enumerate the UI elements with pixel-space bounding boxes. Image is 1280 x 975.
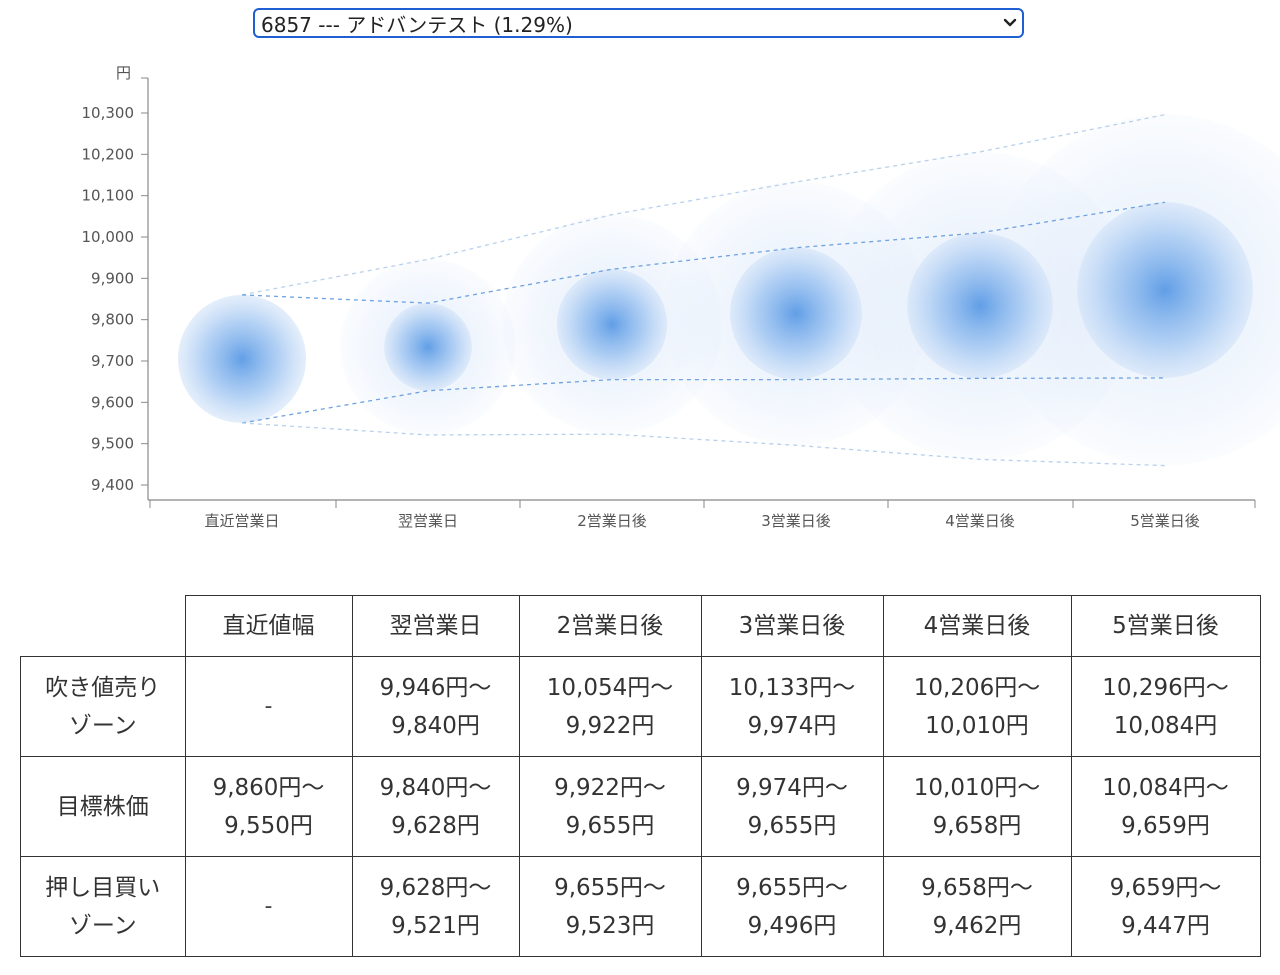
target-bubble-5 (1077, 202, 1253, 378)
y-unit-label: 円 (116, 64, 131, 82)
y-tick-label: 9,600 (91, 393, 134, 411)
header-day-5: 5営業日後 (1070, 595, 1261, 657)
target-bubble-4 (907, 232, 1053, 379)
x-tick-label: 翌営業日 (398, 512, 458, 530)
y-tick-label: 9,900 (91, 269, 134, 287)
y-tick-label: 9,700 (91, 352, 134, 370)
y-tick-label: 10,100 (82, 187, 135, 205)
table-cell: - (184, 856, 353, 957)
cell-value: 9,974円〜 (736, 774, 848, 801)
row-sell-zone: 吹き値売りゾーン - 9,946円〜 9,840円 10,054円〜 9,922円 10,1… (20, 656, 1261, 757)
target-bubble-1 (384, 303, 472, 391)
cell-value: 9,658円 (932, 812, 1022, 839)
row-buy-zone: 押し目買い ゾーン -9,628円〜 9,521円 9,655円〜 9,523円 9,655… (20, 856, 1261, 957)
cell-value: 10,206円〜 (913, 674, 1041, 701)
target-bubble-3 (730, 247, 862, 380)
table-cell: 9,946円〜 9,840円 (351, 656, 520, 757)
cell-value: 9,655円〜 (554, 874, 666, 901)
row-label-line: 吹き値売り (45, 674, 161, 701)
x-tick-label: 直近営業日 (204, 512, 279, 530)
cell-value: 9,658円〜 (921, 874, 1033, 901)
row-label: 押し目買い ゾーン (20, 856, 186, 957)
cell-value: 9,550円 (224, 812, 313, 839)
forecast-chart: 円 9,400 9,500 9,600 9,700 9,800 9,900 10,000 10,… (82, 64, 1280, 530)
cell-value: 9,447円 (1121, 912, 1210, 939)
cell-value: 9,840円〜 (379, 774, 492, 801)
x-tick-label: 4営業日後 (945, 512, 1015, 530)
table-cell: 10,084円〜 9,659円 (1070, 756, 1261, 857)
cell-value: 9,521円 (391, 912, 480, 939)
table-cell: 9,655円〜 9,496円 (700, 856, 884, 957)
table-cell: 10,296円〜 10,084円 (1070, 656, 1261, 757)
table-cell: 10,010円〜 9,658円 (882, 756, 1072, 857)
cell-value: 9,462円 (932, 912, 1022, 939)
row-label-line: 押し目買い (45, 874, 161, 901)
cell-value: 10,296円〜 (1102, 674, 1229, 701)
target-bubble-0 (177, 294, 307, 423)
cell-value: 10,084円〜 (1102, 774, 1229, 801)
table-cell: - (184, 656, 353, 757)
header-next-day: 翌営業日 (351, 595, 520, 657)
y-tick-label: 9,500 (91, 435, 134, 453)
table-cell: 9,974円〜 9,655円 (700, 756, 884, 857)
table-cell: 10,054円〜 9,922円 (518, 656, 702, 757)
header-day-4: 4営業日後 (882, 595, 1072, 657)
header-latest-range: 直近値幅 (184, 595, 353, 657)
table-cell: 10,206円〜 10,010円 (882, 656, 1072, 757)
forecast-table: 直近値幅 翌営業日 2営業日後 3営業日後 4営業日後 5営業日後 吹き値売りゾ… (20, 595, 1261, 957)
header-day-2: 2営業日後 (518, 595, 702, 657)
y-tick-label: 9,800 (91, 311, 134, 329)
y-tick-label: 9,400 (91, 476, 134, 494)
cell-value: 10,133円〜 (728, 674, 856, 701)
table-cell: 9,658円〜 9,462円 (882, 856, 1072, 957)
table-cell: 9,655円〜 9,523円 (518, 856, 702, 957)
table-cell: 9,840円〜 9,628円 (351, 756, 520, 857)
cell-value: 10,010円〜 (913, 774, 1041, 801)
stock-select-value: 6857 --- アドバンテスト (1.29%) (261, 12, 573, 37)
table-cell: 10,133円〜 9,974円 (700, 656, 884, 757)
target-bubble-2 (556, 269, 668, 380)
cell-value: 9,860円〜 (212, 774, 325, 801)
cell-value: 9,659円 (1121, 812, 1210, 839)
table-cell: 9,628円〜 9,521円 (351, 856, 520, 957)
x-tick-label: 2営業日後 (577, 512, 647, 530)
cell-value: 9,655円〜 (736, 874, 848, 901)
table-cell: 9,659円〜 9,447円 (1070, 856, 1261, 957)
table-cell: 9,860円〜 9,550円 (184, 756, 353, 857)
chevron-down-icon (998, 18, 1022, 28)
row-label-line: 目標株価 (56, 793, 149, 820)
cell-value: 9,840円 (391, 712, 480, 739)
row-label: 目標株価 (20, 756, 186, 857)
y-tick-label: 10,000 (82, 228, 135, 246)
cell-value: 10,010円 (925, 712, 1029, 739)
cell-value: 9,628円〜 (379, 874, 492, 901)
cell-value: 9,659円〜 (1109, 874, 1222, 901)
x-tick-label: 3営業日後 (761, 512, 831, 530)
cell-value: 9,496円 (747, 912, 837, 939)
cell-value: - (264, 693, 273, 719)
row-target-price: 目標株価 9,860円〜 9,550円 9,840円〜 9,628円 9,922円〜 9,6… (20, 756, 1261, 857)
cell-value: 9,655円 (565, 812, 655, 839)
stock-select[interactable]: 6857 --- アドバンテスト (1.29%) (253, 8, 1024, 38)
cell-value: 9,922円 (565, 712, 655, 739)
header-day-3: 3営業日後 (700, 595, 884, 657)
y-tick-label: 10,300 (82, 104, 135, 122)
cell-value: 9,628円 (391, 812, 480, 839)
cell-value: 9,922円〜 (554, 774, 666, 801)
cell-value: - (264, 893, 273, 919)
cell-value: 9,523円 (565, 912, 655, 939)
cell-value: 9,946円〜 (379, 674, 492, 701)
y-tick-label: 10,200 (82, 145, 135, 163)
cell-value: 10,054円〜 (546, 674, 674, 701)
cell-value: 9,974円 (747, 712, 837, 739)
x-tick-label: 5営業日後 (1130, 512, 1200, 530)
table-corner (20, 595, 186, 657)
table-cell: 9,922円〜 9,655円 (518, 756, 702, 857)
cell-value: 9,655円 (747, 812, 837, 839)
row-label-line: ゾーン (68, 912, 137, 939)
row-label-line: ゾーン (68, 712, 137, 739)
row-label: 吹き値売り ゾーン (20, 656, 186, 757)
cell-value: 10,084円 (1113, 712, 1218, 739)
